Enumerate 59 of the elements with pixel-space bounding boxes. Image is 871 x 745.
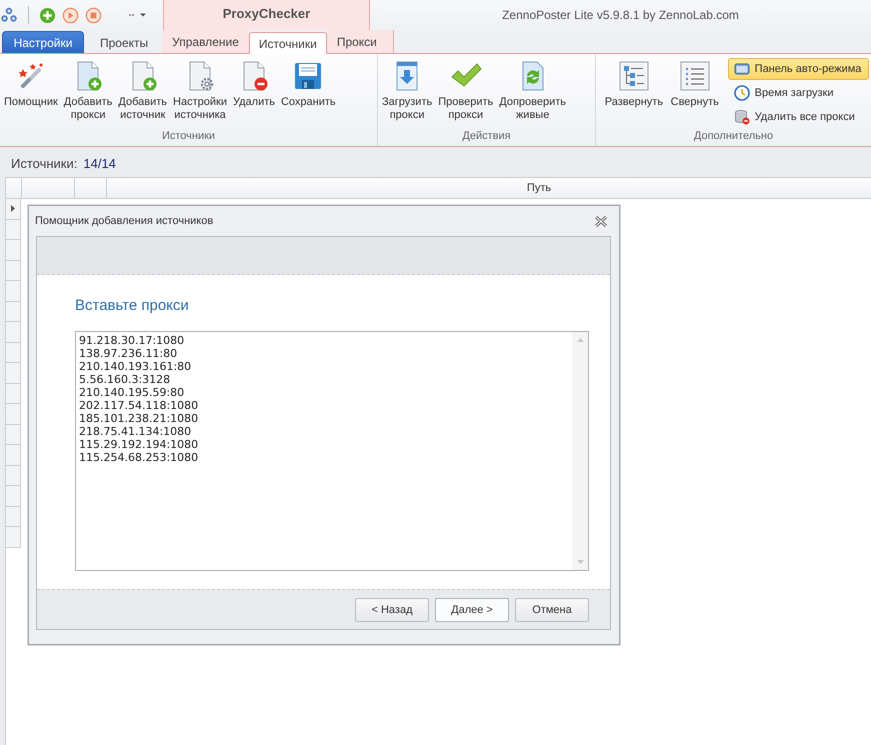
database-remove-icon — [734, 109, 750, 125]
row-header-cell[interactable] — [6, 506, 21, 527]
dialog-button[interactable]: Отмена — [515, 598, 589, 622]
ribbon-tab[interactable]: Источники — [248, 32, 327, 54]
list-icon — [678, 60, 711, 92]
ribbon-button[interactable]: Сохранить — [278, 58, 338, 130]
ribbon-button[interactable]: Помощник — [2, 58, 60, 130]
ribbon-button[interactable]: Развернуть — [602, 58, 666, 128]
ribbon-button[interactable]: Добавить прокси — [62, 58, 114, 130]
ribbon-group-title: Источники — [160, 130, 216, 144]
row-header-cell[interactable] — [6, 281, 21, 302]
row-header-cell[interactable] — [6, 445, 21, 466]
dialog-button[interactable]: < Назад — [355, 598, 429, 622]
current-row-icon — [11, 205, 15, 212]
ribbon-group-title: Действия — [461, 130, 512, 144]
context-tab-group-title: ProxyChecker — [163, 0, 370, 30]
window-icon — [734, 61, 750, 77]
row-header-cell[interactable] — [6, 404, 21, 424]
ribbon-toggle-button[interactable]: Удалить все прокси — [728, 106, 869, 128]
app-menu-button[interactable]: Настройки — [2, 31, 84, 53]
row-header-cell[interactable] — [6, 302, 21, 322]
row-header-cell[interactable] — [6, 260, 21, 281]
row-header-cell[interactable] — [6, 240, 21, 260]
ribbon-button[interactable]: Свернуть — [668, 58, 722, 128]
row-header-cell[interactable] — [6, 199, 21, 220]
row-header-cell[interactable] — [6, 424, 21, 445]
app-logo-icon[interactable] — [0, 6, 18, 24]
ribbon-button[interactable]: Удалить — [230, 58, 277, 130]
row-header-cell[interactable] — [6, 527, 21, 548]
window-title: ZennoPoster Lite v5.9.8.1 by ZennoLab.com — [501, 8, 740, 22]
sources-label: Источники: — [11, 156, 78, 170]
ribbon-button[interactable]: Загрузить прокси — [380, 58, 434, 130]
add-icon[interactable] — [39, 6, 56, 24]
sources-count: 14/14 — [83, 156, 116, 170]
row-header-cell[interactable] — [6, 220, 21, 240]
stop-icon[interactable] — [85, 6, 102, 24]
row-header-cell[interactable] — [6, 384, 21, 404]
step-heading: Вставьте прокси — [75, 297, 190, 314]
row-header-cell[interactable] — [6, 342, 21, 363]
ribbon-button[interactable]: Добавить источник — [116, 58, 170, 130]
row-header-cell[interactable] — [6, 486, 21, 506]
tree-list-icon — [618, 60, 650, 92]
ribbon-tab[interactable]: Управление — [162, 30, 249, 53]
dialog-title: Помощник добавления источников — [35, 215, 214, 227]
close-icon[interactable] — [595, 216, 607, 226]
row-header-cell[interactable] — [6, 466, 21, 486]
ribbon-button[interactable]: Проверить прокси — [436, 58, 496, 130]
clock-icon — [734, 85, 750, 101]
play-icon[interactable] — [62, 6, 79, 24]
ribbon-toggle-button[interactable]: Панель авто-режима — [728, 58, 869, 80]
ribbon-toggle-button[interactable]: Время загрузки — [728, 82, 869, 104]
dialog-button[interactable]: Далее > — [435, 598, 509, 622]
ribbon-button[interactable]: Настройки источника — [171, 58, 229, 130]
ribbon-tab[interactable]: Прокси — [326, 30, 387, 53]
row-header-cell[interactable] — [6, 322, 21, 342]
ribbon-tab[interactable]: Проекты — [90, 32, 158, 53]
ribbon-group-title: Дополнительно — [692, 130, 774, 144]
ribbon-button[interactable]: Допроверить живые — [497, 58, 568, 130]
row-header-cell[interactable] — [6, 363, 21, 384]
